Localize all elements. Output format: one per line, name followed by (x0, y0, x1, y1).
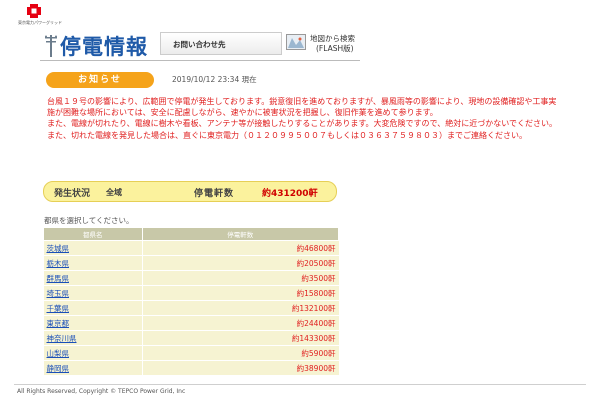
footer-divider (14, 384, 586, 385)
outage-count-cell: 約46800軒 (142, 240, 339, 256)
prefecture-link[interactable]: 千葉県 (47, 304, 70, 313)
outage-count-cell: 約20500軒 (142, 255, 339, 271)
header-divider (40, 60, 360, 61)
table-row: 静岡県 約38900軒 (43, 360, 339, 376)
table-row: 群馬県 約3500軒 (43, 270, 339, 286)
notice-timestamp: 2019/10/12 23:34 現在 (172, 75, 257, 84)
outage-status-bar: 発生状況 全域 停電軒数 約431200軒 (43, 181, 337, 202)
outage-count-cell: 約15800軒 (142, 285, 339, 301)
table-row: 埼玉県 約15800軒 (43, 285, 339, 301)
notice-badge: お知らせ (46, 72, 154, 88)
prefecture-link[interactable]: 東京都 (47, 319, 70, 328)
prefecture-table: 都県名 停電軒数 茨城県 約46800軒 栃木県 約20500軒 群馬県 約35… (43, 227, 339, 376)
column-header-prefecture: 都県名 (43, 227, 143, 241)
outage-count-cell: 約143300軒 (142, 330, 339, 346)
table-row: 茨城県 約46800軒 (43, 240, 339, 256)
outage-count-cell: 約3500軒 (142, 270, 339, 286)
outage-count-cell: 約132100軒 (142, 300, 339, 316)
table-row: 神奈川県 約143300軒 (43, 330, 339, 346)
outage-count-cell: 約38900軒 (142, 360, 339, 376)
prefecture-link[interactable]: 神奈川県 (47, 334, 77, 343)
status-area: 全域 (106, 188, 122, 197)
map-icon (286, 34, 306, 50)
table-row: 千葉県 約132100軒 (43, 300, 339, 316)
outage-count-cell: 約24400軒 (142, 315, 339, 331)
notice-body: 台風１９号の影響により、広範囲で停電が発生しております。鋭意復旧を進めております… (47, 96, 562, 141)
utility-pole-icon (45, 35, 57, 57)
prefecture-link[interactable]: 静岡県 (47, 364, 70, 373)
table-row: 栃木県 約20500軒 (43, 255, 339, 271)
tepco-logo[interactable]: 東京電力パワーグリッド (18, 4, 62, 30)
table-header-row: 都県名 停電軒数 (43, 227, 339, 241)
prefecture-link[interactable]: 栃木県 (47, 259, 70, 268)
prefecture-link[interactable]: 群馬県 (47, 274, 70, 283)
outage-count-cell: 約5900軒 (142, 345, 339, 361)
prefecture-link[interactable]: 山梨県 (47, 349, 70, 358)
contact-button[interactable]: お問い合わせ先 (160, 32, 282, 55)
select-hint: 都県を選択してください。 (44, 216, 134, 225)
outage-count-label: 停電軒数 (194, 189, 235, 199)
notice-paragraph: また、電線が切れたり、電線に樹木や看板、アンテナ等が接触したりすることがあります… (47, 119, 557, 140)
logo-text: 東京電力パワーグリッド (18, 20, 62, 25)
status-label: 発生状況 (54, 189, 91, 199)
outage-count-value: 約431200軒 (262, 189, 318, 199)
prefecture-link[interactable]: 埼玉県 (47, 289, 70, 298)
page-title: 停電情報 (60, 35, 148, 59)
prefecture-link[interactable]: 茨城県 (47, 244, 70, 253)
notice-paragraph: 台風１９号の影響により、広範囲で停電が発生しております。鋭意復旧を進めております… (47, 97, 557, 118)
map-search-button[interactable]: 地図から検索 (FLASH版) (286, 32, 364, 56)
footer-copyright: All Rights Reserved, Copyright © TEPCO P… (17, 388, 186, 395)
column-header-count: 停電軒数 (141, 227, 339, 241)
tepco-logo-mark-icon (27, 4, 41, 18)
table-row: 山梨県 約5900軒 (43, 345, 339, 361)
map-search-sublabel: (FLASH版) (316, 44, 354, 53)
table-row: 東京都 約24400軒 (43, 315, 339, 331)
